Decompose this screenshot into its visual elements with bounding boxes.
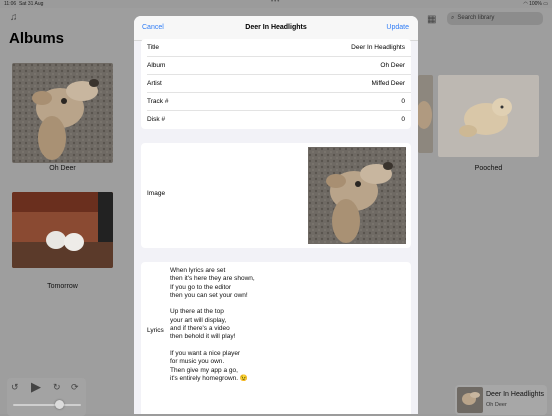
status-time: 11:06 Sat 31 Aug xyxy=(4,1,44,7)
album-label: Album xyxy=(147,62,166,69)
track-number-label: Track # xyxy=(147,98,169,105)
disk-number-label: Disk # xyxy=(147,116,166,123)
artist-field[interactable]: Miffed Deer xyxy=(372,80,405,87)
update-button[interactable]: Update xyxy=(386,24,409,31)
battery-indicator: ◠ 100% ▭ xyxy=(523,1,548,7)
title-label: Title xyxy=(147,44,160,51)
track-number-field[interactable]: 0 xyxy=(401,98,405,105)
sheet-header: Cancel Deer In Headlights Update xyxy=(134,16,418,41)
repeat-icon[interactable]: ⟳ xyxy=(71,382,79,393)
battery-icon: ▭ xyxy=(543,1,548,7)
album-field[interactable]: Oh Deer xyxy=(380,62,405,69)
album-art-tomorrow[interactable] xyxy=(12,192,113,268)
lyric-line: then you can set your own! xyxy=(170,291,248,299)
album-artwork-image[interactable] xyxy=(308,147,406,244)
disk-number-field[interactable]: 0 xyxy=(401,116,405,123)
shoes-photo xyxy=(12,192,113,268)
volume-slider-knob[interactable] xyxy=(55,400,64,409)
title-row[interactable]: Title Deer In Headlights xyxy=(141,39,411,57)
grid-view-icon[interactable]: ▦ xyxy=(427,14,436,25)
search-icon: ⌕ xyxy=(451,15,455,21)
volume-slider-track[interactable] xyxy=(13,404,81,406)
wifi-icon: ◠ xyxy=(523,1,528,7)
image-label: Image xyxy=(147,190,166,197)
multitasking-dots[interactable]: ••• xyxy=(271,0,280,5)
image-row[interactable]: Image xyxy=(141,143,411,248)
album-photo-partial xyxy=(418,75,433,153)
deer-photo xyxy=(12,63,113,163)
album-row[interactable]: Album Oh Deer xyxy=(141,57,411,75)
metadata-form: Title Deer In Headlights Album Oh Deer A… xyxy=(141,39,411,129)
lyrics-text[interactable]: When lyrics are set then it's here they … xyxy=(170,267,255,383)
album-label-pooched: Pooched xyxy=(474,165,503,172)
now-playing-title: Deer In Headlights xyxy=(486,391,544,398)
album-art-pooched[interactable] xyxy=(438,75,539,157)
artist-row[interactable]: Artist Miffed Deer xyxy=(141,75,411,93)
library-title: Albums xyxy=(9,30,65,47)
lyric-line: Up there at the top xyxy=(170,308,224,316)
edit-track-sheet: Cancel Deer In Headlights Update Title D… xyxy=(134,16,418,414)
album-art-oh-deer[interactable] xyxy=(12,63,113,163)
lyric-line: your art will display, xyxy=(170,316,227,324)
teddy-bear-photo xyxy=(438,75,539,157)
play-icon[interactable]: ▶ xyxy=(31,379,41,395)
skip-forward-icon[interactable]: ↻ xyxy=(53,382,61,393)
track-number-row[interactable]: Track # 0 xyxy=(141,93,411,111)
lyric-line: it's entirely homegrown. 😉 xyxy=(170,374,248,382)
disk-number-row[interactable]: Disk # 0 xyxy=(141,111,411,129)
lyric-line: If you want a nice player xyxy=(170,349,241,357)
now-playing-bar[interactable]: Deer In Headlights Oh Deer xyxy=(455,385,547,415)
music-note-icon[interactable]: ♫ xyxy=(10,12,18,23)
lyric-line xyxy=(170,342,255,350)
lyric-line: Then give my app a go, xyxy=(170,366,238,374)
now-playing-artwork xyxy=(457,387,483,413)
lyrics-label: Lyrics xyxy=(147,327,164,334)
album-label-tomorrow: Tomorrow xyxy=(47,283,78,290)
now-playing-album: Oh Deer xyxy=(486,402,507,408)
album-art-partial[interactable] xyxy=(418,75,433,153)
status-bar: 11:06 Sat 31 Aug ••• ◠ 100% ▭ xyxy=(0,0,552,8)
search-input[interactable]: ⌕ Search library xyxy=(447,12,543,25)
lyric-line: for music you own. xyxy=(170,358,225,366)
lyric-line: If you go to the editor xyxy=(170,283,232,291)
album-label-oh-deer: Oh Deer xyxy=(49,165,76,172)
sheet-title: Deer In Headlights xyxy=(245,24,307,31)
playback-controls: ↺ ▶ ↻ ⟳ xyxy=(7,378,86,416)
lyric-line: then behold it will play! xyxy=(170,333,236,341)
lyric-line: then it's here they are shown, xyxy=(170,275,255,283)
lyrics-row[interactable]: Lyrics When lyrics are set then it's her… xyxy=(141,262,411,414)
title-field[interactable]: Deer In Headlights xyxy=(351,44,405,51)
lyric-line: and if there's a video xyxy=(170,325,230,333)
skip-back-icon[interactable]: ↺ xyxy=(11,382,19,393)
lyric-line: When lyrics are set xyxy=(170,267,226,274)
lyric-line xyxy=(170,300,255,308)
artist-label: Artist xyxy=(147,80,162,87)
